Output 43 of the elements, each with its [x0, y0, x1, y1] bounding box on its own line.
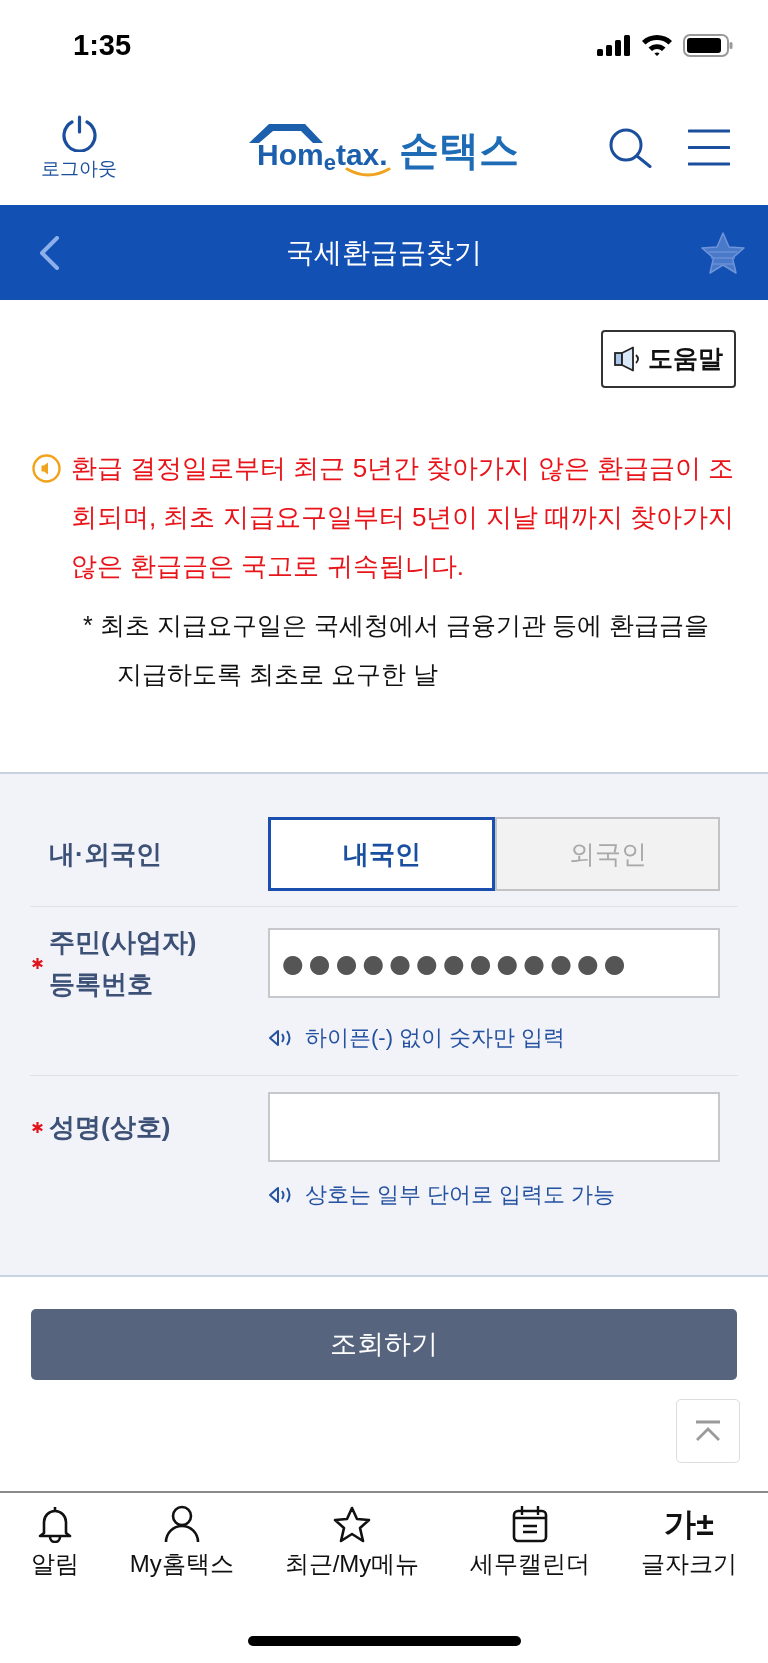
speaker-icon — [268, 1186, 293, 1204]
battery-icon — [683, 33, 733, 57]
wifi-icon — [641, 34, 673, 56]
hint-text: 하이픈(-) 없이 숫자만 입력 — [305, 1024, 566, 1052]
page-title: 국세환급금찾기 — [286, 235, 482, 270]
status-time: 1:35 — [73, 30, 132, 60]
smile-icon — [345, 166, 391, 177]
input-field[interactable]: ●●●●●●●●●●●●● — [268, 928, 720, 998]
font-size-glyph: 가± — [664, 1505, 714, 1543]
nav-item[interactable]: 세무캘린더 — [470, 1505, 591, 1579]
back-icon[interactable] — [38, 235, 60, 270]
bell-icon — [37, 1505, 73, 1543]
notice-icon — [32, 454, 61, 483]
hint-text: 상호는 일부 단어로 입력도 가능 — [305, 1181, 616, 1209]
roof-icon — [249, 122, 323, 143]
input-field[interactable] — [268, 1092, 720, 1162]
star-icon — [333, 1506, 371, 1543]
nav-item[interactable]: My홈택스 — [129, 1505, 234, 1579]
star-icon[interactable] — [701, 231, 745, 274]
logout-button[interactable]: 로그아웃 — [41, 115, 117, 180]
calendar-icon — [512, 1505, 549, 1543]
power-icon — [60, 115, 98, 152]
field-label: 주민(사업자) 등록번호 — [49, 926, 198, 1001]
menu-icon[interactable] — [688, 129, 730, 166]
footnote-text: * 최초 지급요구일은 국세청에서 금융기관 등에 환급금을 지급하도록 최초로 요구한 날 — [82, 610, 711, 690]
scroll-top-button[interactable] — [676, 1399, 740, 1463]
nav-item[interactable]: 알림 — [31, 1505, 79, 1579]
logo-title: 손택스 — [399, 126, 519, 173]
segment-tab[interactable]: 내국인 — [268, 817, 495, 891]
scroll-top-icon — [695, 1420, 721, 1442]
search-submit-button[interactable]: 조회하기 — [31, 1309, 737, 1380]
logo-wordmark: Hom$_{e}$tax. — [257, 138, 388, 171]
nav-item[interactable]: 가± 글자크기 — [641, 1505, 737, 1579]
speaker-icon — [614, 346, 642, 372]
nav-item[interactable]: 최근/My메뉴 — [284, 1505, 420, 1579]
help-button[interactable]: 도움말 — [601, 330, 736, 388]
speaker-icon — [268, 1029, 293, 1047]
signal-icon — [597, 34, 631, 56]
person-icon — [163, 1505, 200, 1543]
field-label: 내·외국인 — [49, 838, 162, 871]
search-icon[interactable] — [609, 127, 652, 168]
field-label: 성명(상호) — [49, 1111, 171, 1144]
notice-text: 환급 결정일로부터 최근 5년간 찾아가지 않은 환급금이 조회되며, 최초 지급요구일부터 5년이 지날 때까지 찾아가지 않은 환급금은 국고로 귀속됩니다. — [71, 452, 736, 583]
